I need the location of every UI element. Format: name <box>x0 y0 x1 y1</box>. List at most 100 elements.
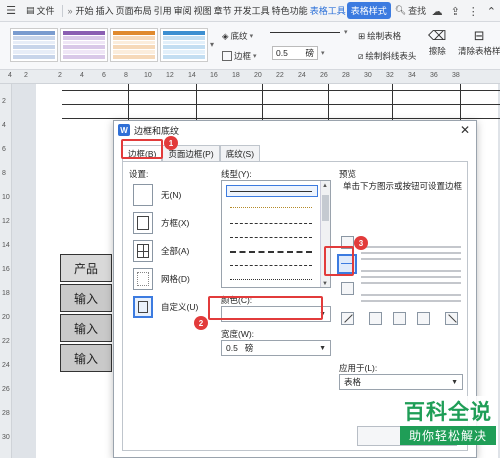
line-width-caret-icon[interactable]: ▾ <box>321 49 325 57</box>
line-style-caret-icon[interactable]: ▾ <box>344 28 348 36</box>
bottom-border-toggle[interactable] <box>341 282 354 295</box>
table-style-preset-3[interactable] <box>110 28 158 62</box>
tab-view[interactable]: 视图 <box>193 4 213 17</box>
tab-review[interactable]: 审阅 <box>173 4 193 17</box>
border-button[interactable]: 边框 ▾ <box>222 50 257 62</box>
ruler-mark: 36 <box>430 72 438 79</box>
ruler-mark: 4 <box>8 72 12 79</box>
table-cell[interactable]: 输入 <box>60 344 112 372</box>
preview-line <box>361 252 461 254</box>
menu-bar: ☰ ▤ 文件 » 开始 插入 页面布局 引用 审阅 视图 章节 开发工具 特色功… <box>0 0 500 22</box>
horizontal-ruler[interactable]: 4 2 2 4 6 8 10 12 14 16 18 20 22 24 26 2… <box>0 70 500 84</box>
table-style-preset-1[interactable] <box>10 28 58 62</box>
tab-features[interactable]: 特色功能 <box>271 4 309 17</box>
ruler-mark: 22 <box>276 72 284 79</box>
draw-diagonal-header-button[interactable]: ⧄ 绘制斜线表头 <box>358 50 416 62</box>
line-style-label: 线型(Y): <box>221 169 252 179</box>
step-badge: 1 <box>164 136 178 150</box>
tab-sections[interactable]: 章节 <box>213 4 233 17</box>
table-cell[interactable]: 输入 <box>60 284 112 312</box>
table-cell[interactable]: 输入 <box>60 314 112 342</box>
line-width-combo[interactable]: 0.5 磅 <box>272 46 318 60</box>
setting-box-icon <box>133 212 153 234</box>
diagonal-icon: ⧄ <box>358 50 364 61</box>
line-style-dash-long[interactable] <box>230 251 312 253</box>
share-icon[interactable]: ⇪ <box>451 5 460 18</box>
scroll-down-icon[interactable]: ▼ <box>322 281 328 287</box>
search-button[interactable]: 🔍︎ 查找 <box>395 4 426 17</box>
line-style-solid[interactable] <box>230 191 312 192</box>
preview-line <box>361 246 461 248</box>
preview-line <box>361 276 461 278</box>
clear-table-style-button[interactable]: ⊟ 清除表格样 <box>458 28 500 57</box>
left-border-toggle[interactable] <box>369 312 382 325</box>
setting-grid-icon <box>133 268 153 290</box>
line-style-dashed-fine[interactable] <box>230 223 312 224</box>
collapse-icon[interactable]: ⌃ <box>487 5 496 18</box>
table-style-preset-2[interactable] <box>60 28 108 62</box>
scroll-thumb[interactable] <box>322 195 329 221</box>
line-style-dash-dot[interactable] <box>230 265 312 266</box>
line-style-dashed[interactable] <box>230 237 312 238</box>
preview-line <box>361 294 461 296</box>
more-icon[interactable]: ⋮ <box>468 5 479 18</box>
preview-line <box>361 300 461 302</box>
menu-divider <box>61 4 63 17</box>
apply-to-dropdown[interactable]: 表格 ▼ <box>339 374 463 390</box>
ruler-mark: 26 <box>2 386 10 393</box>
setting-custom[interactable]: 自定义(U) <box>133 296 198 318</box>
file-menu-button[interactable]: ▤ 文件 <box>22 4 59 17</box>
tab-shading[interactable]: 底纹(S) <box>219 145 261 161</box>
setting-all[interactable]: 全部(A) <box>133 240 189 262</box>
apply-to-value: 表格 <box>344 377 362 387</box>
line-style-selector[interactable] <box>270 32 340 33</box>
diagonal-up-border-toggle[interactable] <box>445 312 458 325</box>
apply-to-label: 应用于(L): <box>339 363 378 373</box>
right-border-toggle[interactable] <box>417 312 430 325</box>
inner-vertical-border-toggle[interactable] <box>393 312 406 325</box>
setting-grid[interactable]: 网格(D) <box>133 268 190 290</box>
ribbon: ▾ ◈ 底纹 ▾ 边框 ▾ ▾ 0.5 磅 ▾ ⊞ 绘制表格 ⧄ 绘制斜线表头 … <box>0 22 500 70</box>
ruler-mark: 16 <box>210 72 218 79</box>
line-style-list[interactable]: ▲ ▼ <box>221 180 331 288</box>
line-style-dotted[interactable] <box>230 207 312 208</box>
setting-box[interactable]: 方框(X) <box>133 212 189 234</box>
line-style-dash-dot-dot[interactable] <box>230 279 312 280</box>
draw-table-button[interactable]: ⊞ 绘制表格 <box>358 30 401 42</box>
preview-label: 预览 <box>339 169 357 179</box>
tab-developer[interactable]: 开发工具 <box>233 4 271 17</box>
styles-expand-icon[interactable]: ▾ <box>210 40 214 49</box>
paint-bucket-icon: ◈ <box>222 30 229 41</box>
ruler-mark: 30 <box>364 72 372 79</box>
tab-start[interactable]: 开始 <box>75 4 95 17</box>
menu-icon[interactable]: ☰ <box>0 0 22 22</box>
chevron-down-icon: ▼ <box>319 344 326 352</box>
tab-table-style[interactable]: 表格样式 <box>346 2 391 19</box>
ruler-mark: 8 <box>124 72 128 79</box>
close-icon[interactable]: ✕ <box>460 123 470 137</box>
tab-insert[interactable]: 插入 <box>95 4 115 17</box>
table-cell[interactable]: 产品 <box>60 254 112 282</box>
scroll-up-icon[interactable]: ▲ <box>322 183 328 189</box>
border-icon <box>222 51 232 61</box>
border-preview[interactable] <box>361 232 461 306</box>
ruler-mark: 20 <box>254 72 262 79</box>
tab-table-tools[interactable]: 表格工具 <box>309 4 347 17</box>
tab-references[interactable]: 引用 <box>153 4 173 17</box>
search-label: 查找 <box>408 6 427 16</box>
more-chevron-icon[interactable]: » <box>66 6 75 16</box>
ruler-mark: 8 <box>2 170 6 177</box>
erase-button[interactable]: ⌫ 擦除 <box>428 28 446 57</box>
cloud-icon[interactable]: ☁ <box>432 5 443 18</box>
setting-none[interactable]: 无(N) <box>133 184 181 206</box>
width-dropdown[interactable]: 0.5 磅 ▼ <box>221 340 331 356</box>
highlight-borders-tab <box>121 139 163 159</box>
ruler-mark: 14 <box>2 242 10 249</box>
table-style-preset-4[interactable] <box>160 28 208 62</box>
shading-button[interactable]: ◈ 底纹 ▾ <box>222 30 253 42</box>
diagonal-down-border-toggle[interactable] <box>341 312 354 325</box>
tab-page-layout[interactable]: 页面布局 <box>115 4 153 17</box>
vertical-ruler[interactable]: 2 4 6 8 10 12 14 16 18 20 22 24 26 28 30 <box>0 84 12 458</box>
watermark-title: 百科全说 <box>400 396 496 426</box>
chevron-down-icon: ▼ <box>451 378 458 386</box>
